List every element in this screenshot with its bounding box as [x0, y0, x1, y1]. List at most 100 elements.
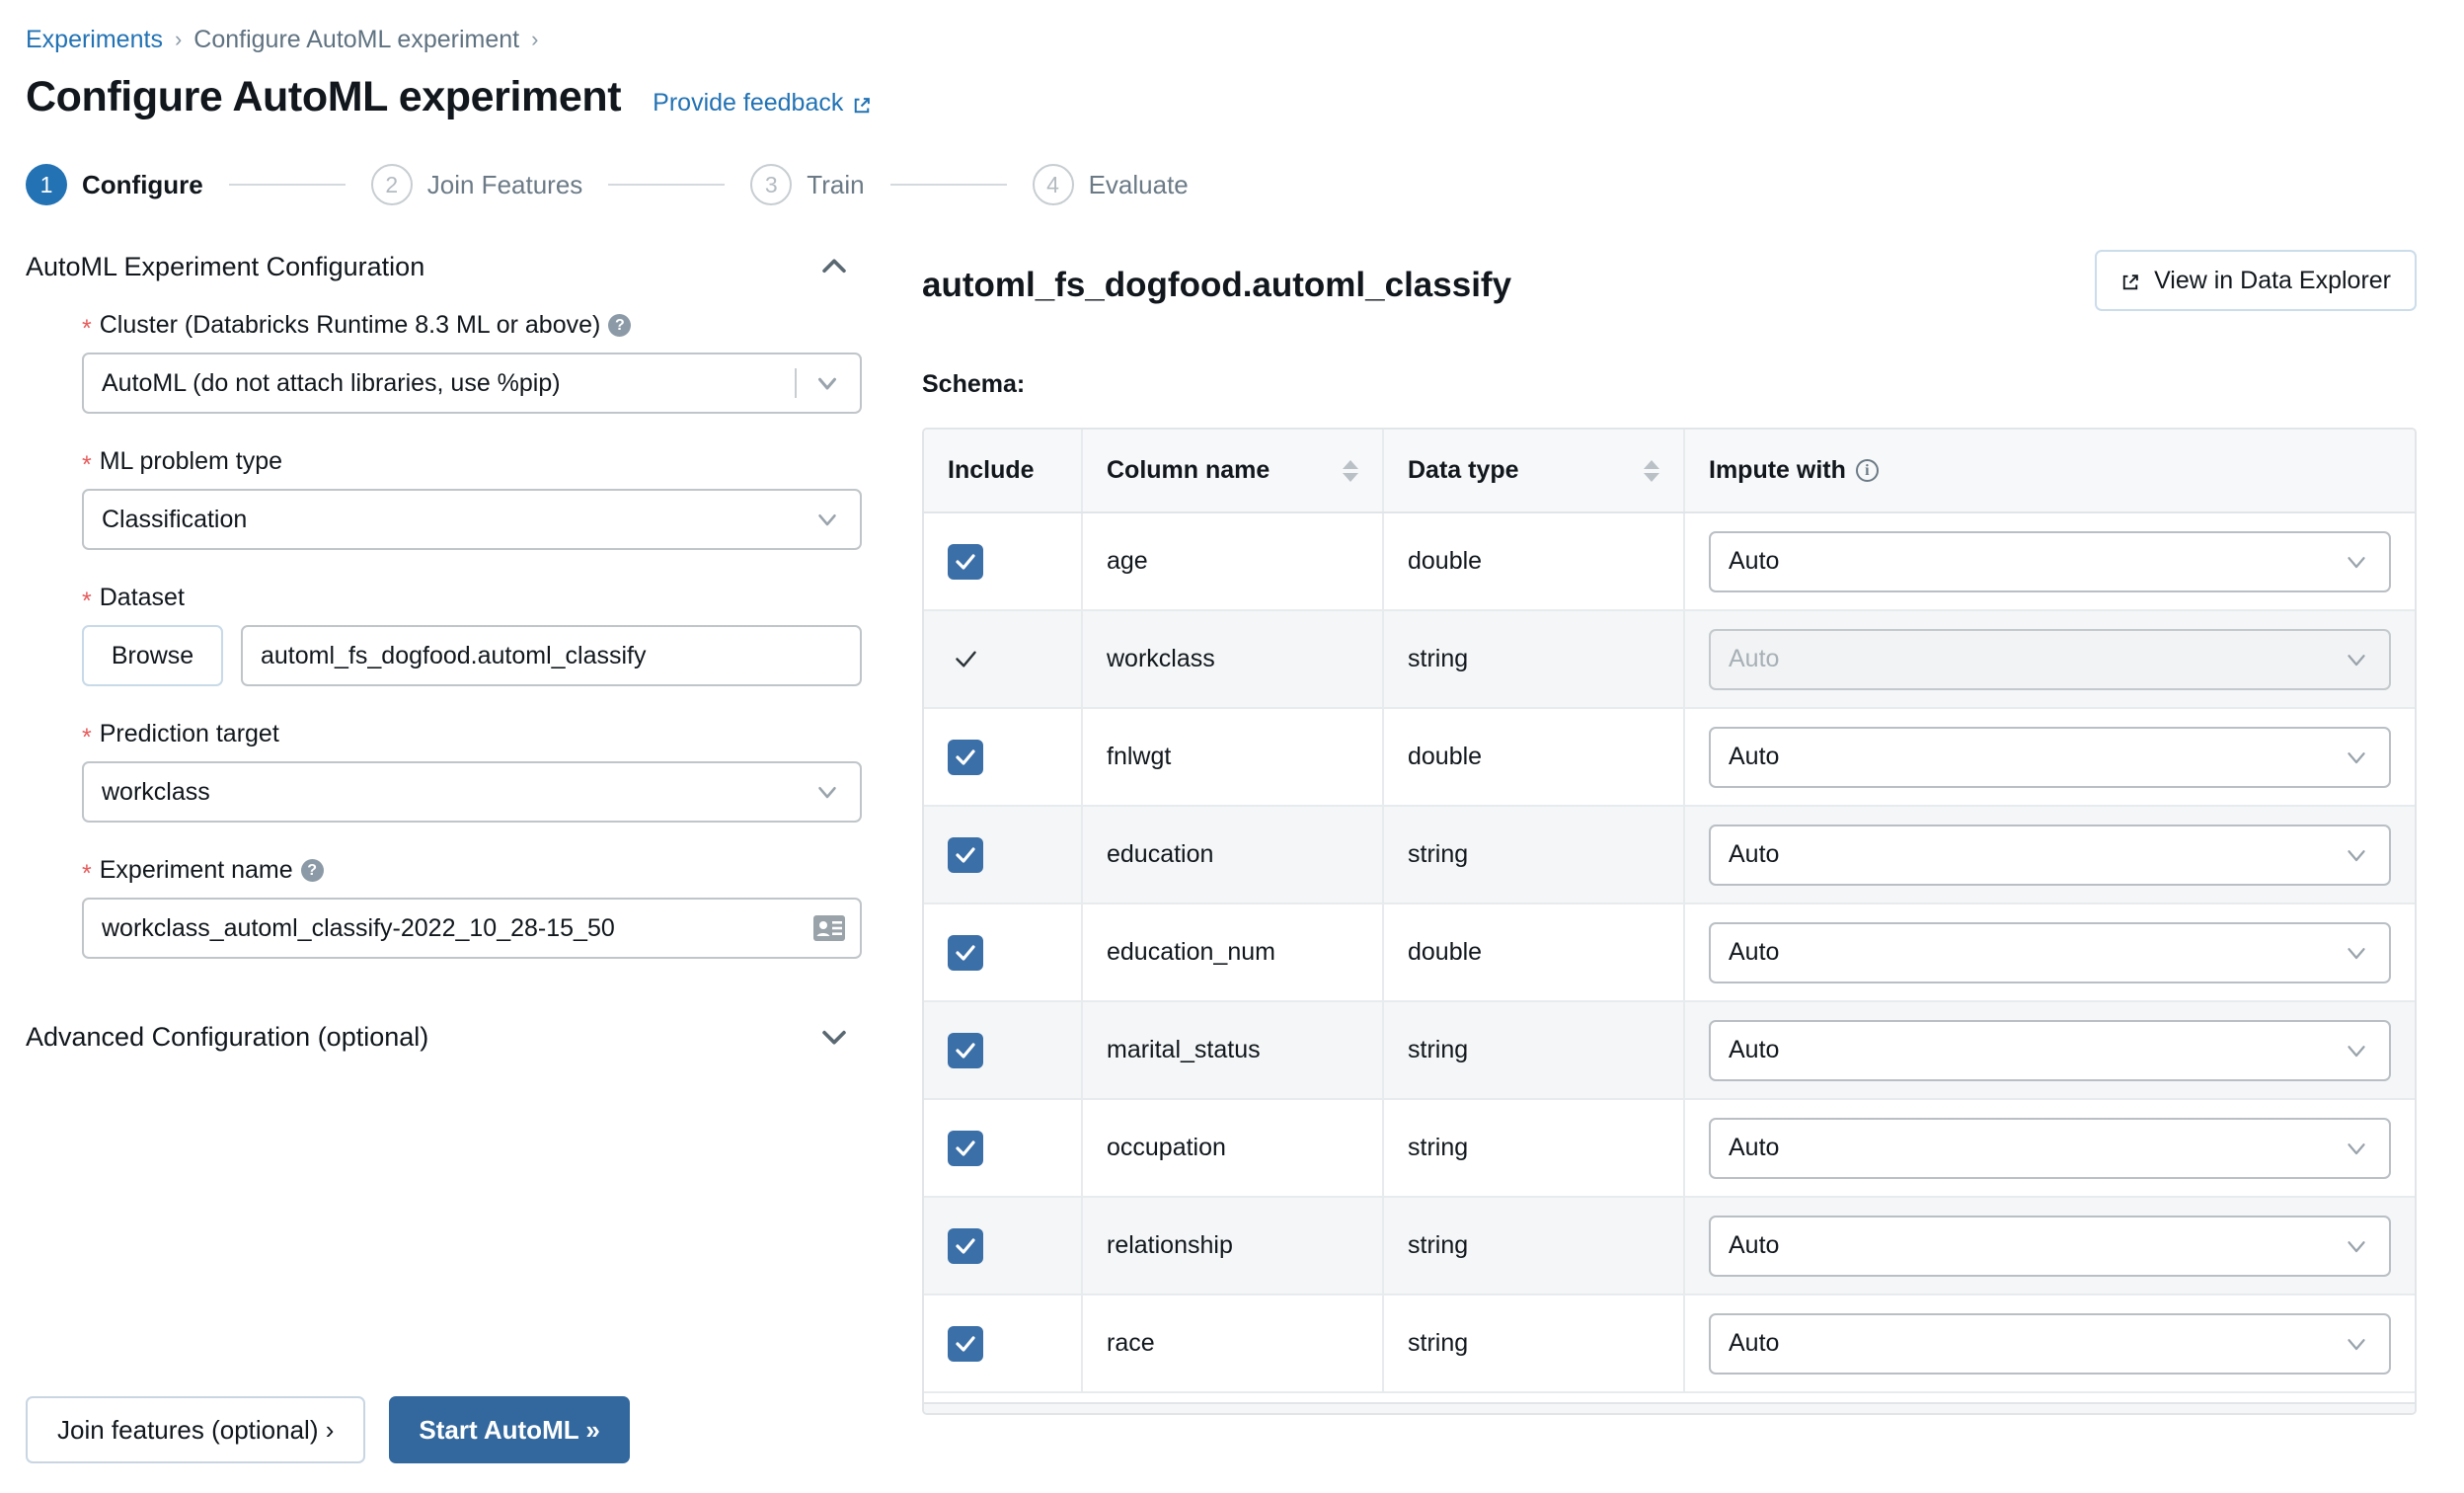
- contact-card-icon[interactable]: [812, 914, 846, 942]
- table-row: fnlwgt double Auto: [924, 708, 2415, 807]
- impute-select[interactable]: Auto: [1709, 1019, 2391, 1081]
- impute-select[interactable]: Auto: [1709, 726, 2391, 788]
- column-header-data-type-label: Data type: [1408, 456, 1519, 484]
- table-header-row: Include Column name Data type Impute wit…: [924, 430, 2415, 513]
- impute-select: Auto: [1709, 628, 2391, 690]
- question-circle-icon[interactable]: ?: [300, 859, 324, 882]
- impute-select[interactable]: Auto: [1709, 530, 2391, 592]
- advanced-config-section-title: Advanced Configuration (optional): [26, 1021, 429, 1052]
- include-checkbox[interactable]: [948, 543, 983, 580]
- impute-value: Auto: [1729, 1036, 1780, 1063]
- data-type-value: string: [1408, 645, 1469, 672]
- prediction-target-label: * Prediction target: [82, 720, 898, 750]
- impute-select[interactable]: Auto: [1709, 1117, 2391, 1179]
- automl-config-section-title: AutoML Experiment Configuration: [26, 251, 425, 281]
- impute-select[interactable]: Auto: [1709, 1312, 2391, 1375]
- problem-type-label: * ML problem type: [82, 447, 898, 478]
- step-1-number: 1: [26, 164, 67, 205]
- data-type-value: string: [1408, 1329, 1469, 1357]
- cell-impute-with: Auto: [1684, 610, 2415, 709]
- view-in-data-explorer-button[interactable]: View in Data Explorer: [2095, 250, 2417, 311]
- cell-column-name: workclass: [1082, 610, 1384, 709]
- impute-select[interactable]: Auto: [1709, 824, 2391, 886]
- experiment-name-input[interactable]: workclass_automl_classify-2022_10_28-15_…: [82, 898, 862, 959]
- impute-value: Auto: [1729, 1329, 1780, 1357]
- include-checkbox[interactable]: [948, 739, 983, 775]
- table-row: relationship string Auto: [924, 1197, 2415, 1296]
- impute-value: Auto: [1729, 743, 1780, 770]
- include-checkbox[interactable]: [948, 1130, 983, 1166]
- dataset-row: Browse automl_fs_dogfood.automl_classify: [82, 625, 898, 686]
- field-problem-type: * ML problem type Classification: [82, 447, 898, 550]
- breadcrumb-separator-icon-2: ›: [531, 27, 539, 51]
- impute-select[interactable]: Auto: [1709, 1215, 2391, 1277]
- step-evaluate[interactable]: 4 Evaluate: [1032, 164, 1189, 205]
- column-name-value: relationship: [1107, 1231, 1233, 1259]
- column-name-value: education_num: [1107, 938, 1275, 966]
- breadcrumb-experiments-link[interactable]: Experiments: [26, 26, 163, 54]
- cell-impute-with: Auto: [1684, 806, 2415, 904]
- horizontal-scrollbar[interactable]: [924, 1402, 2415, 1413]
- impute-value: Auto: [1729, 1134, 1780, 1161]
- cell-column-name: age: [1082, 512, 1384, 611]
- cell-include: [924, 1197, 1083, 1296]
- cell-data-type: string: [1383, 610, 1685, 709]
- step-4-number: 4: [1032, 164, 1074, 205]
- column-name-value: education: [1107, 840, 1214, 868]
- problem-type-select[interactable]: Classification: [82, 489, 862, 550]
- column-header-include-label: Include: [948, 456, 1035, 484]
- browse-button[interactable]: Browse: [82, 625, 223, 686]
- cell-include: [924, 610, 1083, 709]
- include-checkbox[interactable]: [948, 836, 983, 873]
- automl-config-section-header[interactable]: AutoML Experiment Configuration: [26, 250, 851, 283]
- cluster-select[interactable]: AutoML (do not attach libraries, use %pi…: [82, 353, 862, 414]
- step-train[interactable]: 3 Train: [750, 164, 865, 205]
- data-type-value: string: [1408, 840, 1469, 868]
- include-checkbox[interactable]: [948, 1227, 983, 1264]
- table-row: occupation string Auto: [924, 1099, 2415, 1198]
- start-automl-button[interactable]: Start AutoML »: [389, 1396, 630, 1463]
- chevron-down-icon: [2342, 1329, 2371, 1359]
- include-checkbox[interactable]: [948, 1325, 983, 1362]
- data-type-value: string: [1408, 1134, 1469, 1161]
- data-type-value: double: [1408, 547, 1483, 575]
- include-checkbox[interactable]: [948, 934, 983, 971]
- column-header-column-name[interactable]: Column name: [1082, 430, 1384, 513]
- cell-column-name: marital_status: [1082, 1001, 1384, 1100]
- impute-select[interactable]: Auto: [1709, 921, 2391, 983]
- step-join-features[interactable]: 2 Join Features: [370, 164, 582, 205]
- cell-data-type: string: [1383, 806, 1685, 904]
- required-marker: *: [82, 588, 92, 615]
- chevron-down-icon: [2342, 938, 2371, 968]
- breadcrumb-separator-icon: ›: [174, 27, 183, 51]
- column-header-data-type[interactable]: Data type: [1383, 430, 1685, 513]
- schema-table-body: age double Auto workclass string Auto fnlwgt do…: [924, 512, 2415, 1393]
- table-row: education string Auto: [924, 806, 2415, 904]
- impute-value: Auto: [1729, 938, 1780, 966]
- chevron-down-icon: [2342, 743, 2371, 772]
- sort-arrows-icon[interactable]: [1343, 459, 1358, 482]
- dataset-value: automl_fs_dogfood.automl_classify: [261, 641, 647, 669]
- sort-arrows-icon[interactable]: [1644, 459, 1659, 482]
- chevron-up-icon[interactable]: [817, 250, 851, 283]
- configure-automl-page: Experiments › Configure AutoML experimen…: [0, 0, 2464, 1493]
- provide-feedback-link[interactable]: Provide feedback: [653, 89, 872, 118]
- dataset-input[interactable]: automl_fs_dogfood.automl_classify: [241, 625, 862, 686]
- chevron-down-icon: [2342, 547, 2371, 577]
- prediction-target-select[interactable]: workclass: [82, 761, 862, 823]
- question-circle-icon[interactable]: ?: [608, 314, 632, 337]
- advanced-config-section-header[interactable]: Advanced Configuration (optional): [26, 1020, 851, 1054]
- cell-column-name: race: [1082, 1295, 1384, 1393]
- info-circle-icon[interactable]: i: [1855, 459, 1879, 482]
- required-marker: *: [82, 315, 92, 343]
- join-features-button[interactable]: Join features (optional) ›: [26, 1396, 366, 1463]
- view-in-data-explorer-label: View in Data Explorer: [2154, 266, 2391, 294]
- cell-data-type: string: [1383, 1001, 1685, 1100]
- chevron-down-icon: [812, 368, 842, 398]
- include-checkbox[interactable]: [948, 1032, 983, 1068]
- chevron-down-icon[interactable]: [817, 1020, 851, 1054]
- step-2-number: 2: [370, 164, 413, 205]
- step-configure[interactable]: 1 Configure: [26, 164, 203, 205]
- prediction-target-label-text: Prediction target: [99, 720, 279, 747]
- field-dataset: * Dataset Browse automl_fs_dogfood.autom…: [82, 584, 898, 686]
